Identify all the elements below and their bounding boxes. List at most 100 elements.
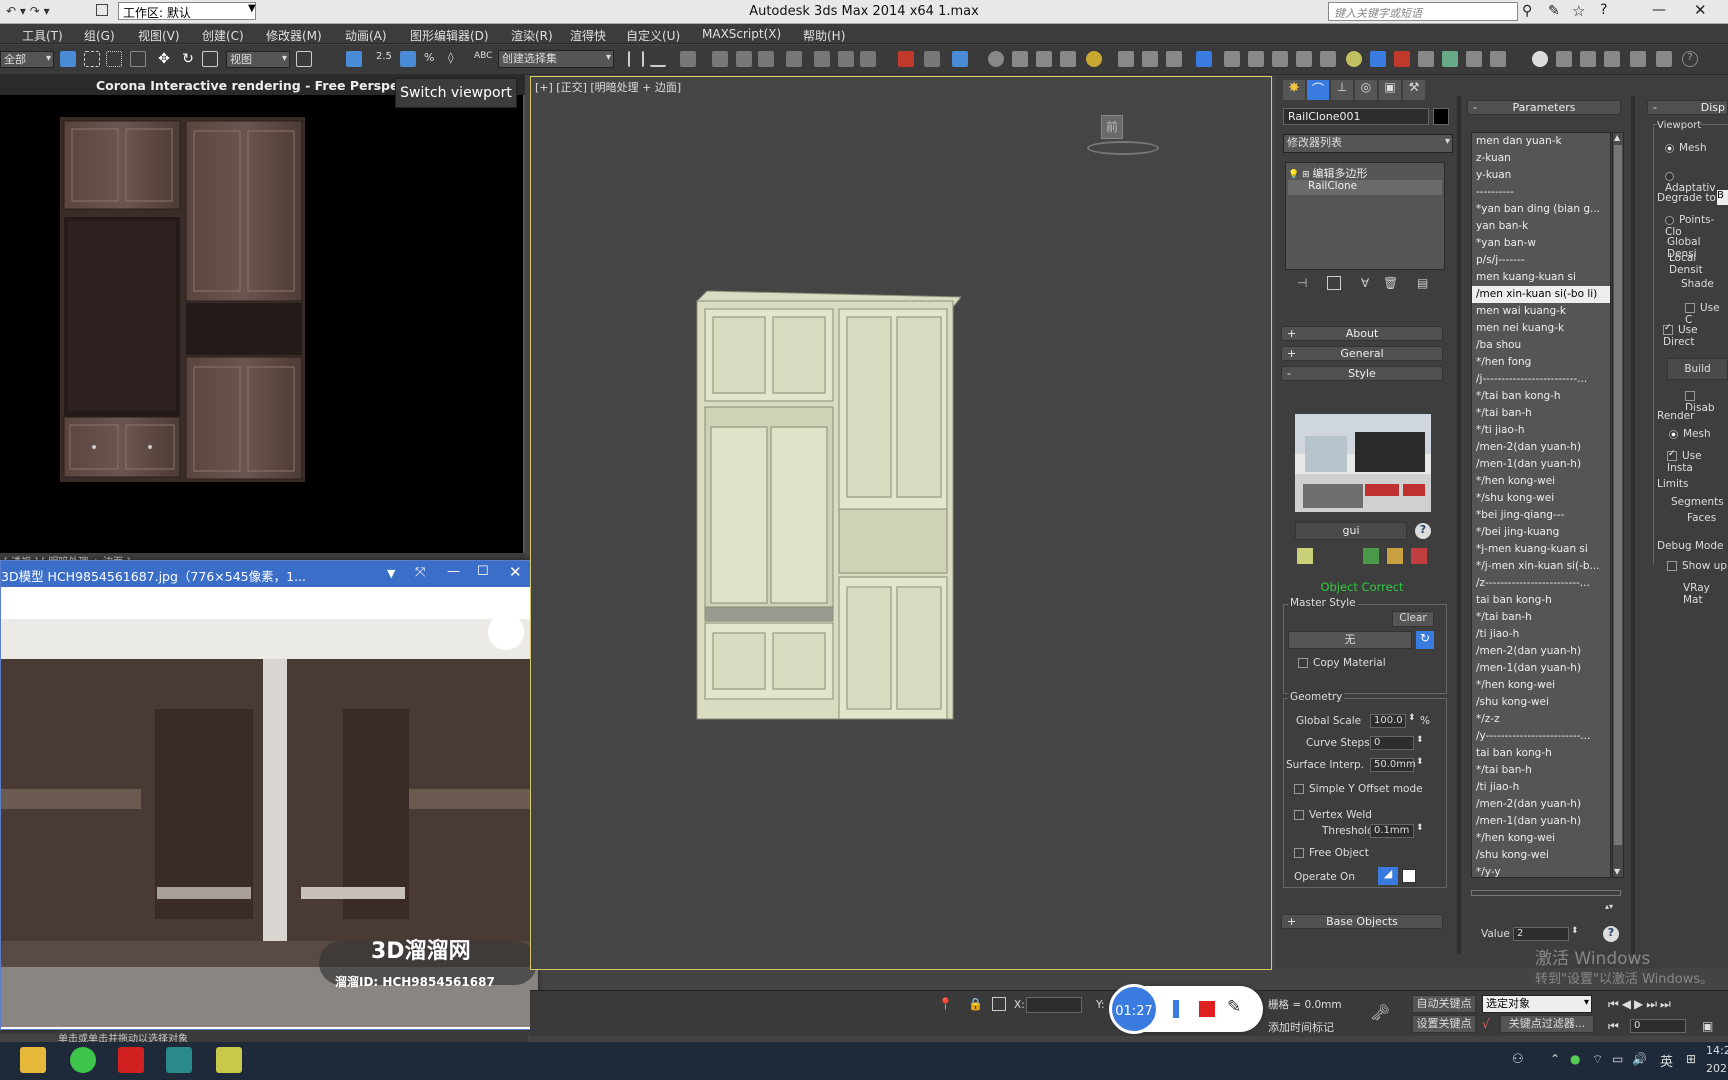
render-icon-3[interactable] [1036,51,1052,67]
parameter-item[interactable]: *yan ban-w [1472,235,1610,252]
rollout-style[interactable]: - Style [1281,366,1443,381]
scale-icon[interactable] [202,51,218,67]
tool-icon-3[interactable] [1166,51,1182,67]
spinner-arrows-icon[interactable]: ⬍ [1408,713,1416,723]
menu-create[interactable]: 创建(C) [202,27,244,44]
close-icon[interactable]: ✕ [509,563,522,581]
parameter-item[interactable]: */j-men xin-kuan si(-b... [1472,558,1610,575]
style-import-icon[interactable] [1363,548,1379,564]
tool-icon-19[interactable] [1604,51,1620,67]
parameter-item[interactable]: *bei jing-qiang--- [1472,507,1610,524]
style-edit-icon[interactable] [1297,548,1313,564]
menu-rendering[interactable]: 渲染(R) [511,27,553,44]
parameter-item[interactable]: */tai ban-h [1472,609,1610,626]
tool-icon-15[interactable] [1466,51,1482,67]
tray-chevron-icon[interactable]: ⌃ [1550,1052,1560,1066]
named-selection-dropdown[interactable]: 创建选择集 [498,50,614,68]
help-icon-2[interactable]: ? [1682,51,1698,67]
build-button[interactable]: Build [1667,358,1728,380]
object-color-swatch[interactable] [1433,108,1449,125]
chevron-down-icon[interactable]: ▼ [387,567,395,580]
vertex-weld-checkbox[interactable]: Vertex Weld [1294,809,1372,821]
modifier-list-dropdown[interactable]: 修改器列表 [1283,134,1453,153]
parameter-item[interactable]: */hen kong-wei [1472,830,1610,847]
tool-icon-10[interactable] [1346,51,1362,67]
time-config-icon[interactable]: ⏮ [1608,1019,1619,1034]
key-icon[interactable]: 🗝 [1370,1003,1390,1022]
menu-xuandekuai[interactable]: 渲得快 [570,27,606,44]
plugin-icon-2[interactable] [924,51,940,67]
display-mesh-radio[interactable]: Mesh [1665,142,1707,154]
spinner-arrows-icon[interactable]: ⬍ [1416,735,1424,745]
parameter-item[interactable]: /z-------------------------... [1472,575,1610,592]
style-thumbnail[interactable] [1295,414,1431,512]
tool-icon-21[interactable] [1656,51,1672,67]
binoculars-icon[interactable]: ⚲ [1522,3,1532,19]
parameter-item[interactable]: /shu kong-wei [1472,694,1610,711]
tool-icon-7[interactable] [1272,51,1288,67]
stack-item-edit-poly[interactable]: 💡 ⊞ 编辑多边形 [1288,165,1442,180]
selection-filter-dropdown[interactable]: 全部 [0,51,54,68]
scroll-up-icon[interactable]: ▲ [1614,133,1620,142]
schematic-icon[interactable] [758,51,774,67]
render-icon-2[interactable] [1012,51,1028,67]
tool-icon-20[interactable] [1630,51,1646,67]
clear-button[interactable]: Clear [1392,611,1434,627]
cabinet-model[interactable] [691,287,961,727]
operate-on-object-icon[interactable] [1402,869,1416,883]
configure-sets-icon[interactable]: ▤ [1417,276,1428,290]
fit-screen-icon[interactable]: ⤧ [415,565,425,580]
parameter-item[interactable]: *j-men kuang-kuan si [1472,541,1610,558]
menu-tools[interactable]: 工具(T) [22,27,63,44]
tool-icon-12[interactable] [1394,51,1410,67]
parameter-item[interactable]: */hen kong-wei [1472,677,1610,694]
parameters-scrollbar[interactable]: ▲ ▼ [1612,132,1624,878]
parameter-item[interactable]: /men-1(dan yuan-h) [1472,456,1610,473]
rollout-general[interactable]: + General [1281,346,1443,361]
parameter-item[interactable]: */hen kong-wei [1472,473,1610,490]
parameter-item[interactable]: */hen fong [1472,354,1610,371]
style-export-icon[interactable] [1411,548,1427,564]
free-object-checkbox[interactable]: Free Object [1294,847,1369,859]
degrade-to-field[interactable]: B [1717,190,1728,205]
rotate-icon[interactable]: ↻ [180,51,196,67]
teapot-icon[interactable] [988,51,1004,67]
key-filter-icon[interactable]: √ [1482,1017,1490,1031]
parameter-item[interactable]: /men-2(dan yuan-h) [1472,643,1610,660]
minimize-icon[interactable]: — [447,564,460,579]
curve-editor-icon[interactable] [736,51,752,67]
parameter-item[interactable]: /men-1(dan yuan-h) [1472,660,1610,677]
scroll-thumb[interactable] [1614,145,1622,845]
render-mesh-radio[interactable]: Mesh [1669,428,1711,440]
style-load-icon[interactable] [1387,548,1403,564]
scroll-down-icon[interactable]: ▼ [1614,867,1620,876]
parameter-item[interactable]: /shu kong-wei [1472,847,1610,864]
parameter-item[interactable]: */tai ban-h [1472,762,1610,779]
pause-icon[interactable] [1173,1000,1179,1018]
curve-steps-spinner[interactable]: 0 [1370,736,1414,750]
parameters-list[interactable]: men dan yuan-k z-kuan y-kuan ---------- *yan… [1471,132,1611,878]
use-c-checkbox[interactable]: Use C [1685,302,1728,326]
maximize-icon[interactable]: ☐ [477,564,489,579]
tool-icon-13[interactable] [1418,51,1434,67]
global-scale-spinner[interactable]: 100.0 [1370,714,1406,728]
youdao-icon[interactable] [118,1047,144,1073]
set-key-button[interactable]: 设置关键点 [1412,1015,1476,1033]
parameter-item[interactable]: */ti jiao-h [1472,422,1610,439]
angle-snap-icon[interactable] [400,51,416,67]
parameter-item[interactable]: z-kuan [1472,150,1610,167]
remove-modifier-icon[interactable]: 🗑 [1383,276,1398,290]
front-viewport[interactable]: [+] [正交] [明暗处理 + 边面] 前 [530,76,1272,970]
render-setup-icon[interactable] [814,51,830,67]
show-up-checkbox[interactable]: Show up [1667,560,1727,572]
window-crossing-icon[interactable] [130,51,146,67]
make-unique-icon[interactable]: ∀ [1361,276,1369,290]
use-direct-checkbox[interactable]: Use Direct [1663,323,1728,348]
snap-icon[interactable]: 2.5 [376,51,392,67]
parameter-item[interactable]: /men-1(dan yuan-h) [1472,813,1610,830]
menu-customize[interactable]: 自定义(U) [626,27,680,44]
parameter-item[interactable]: /ti jiao-h [1472,779,1610,796]
parameter-item[interactable]: /j-------------------------... [1472,371,1610,388]
tool-icon-11[interactable] [1370,51,1386,67]
star-icon[interactable]: ☆ [1572,2,1585,20]
